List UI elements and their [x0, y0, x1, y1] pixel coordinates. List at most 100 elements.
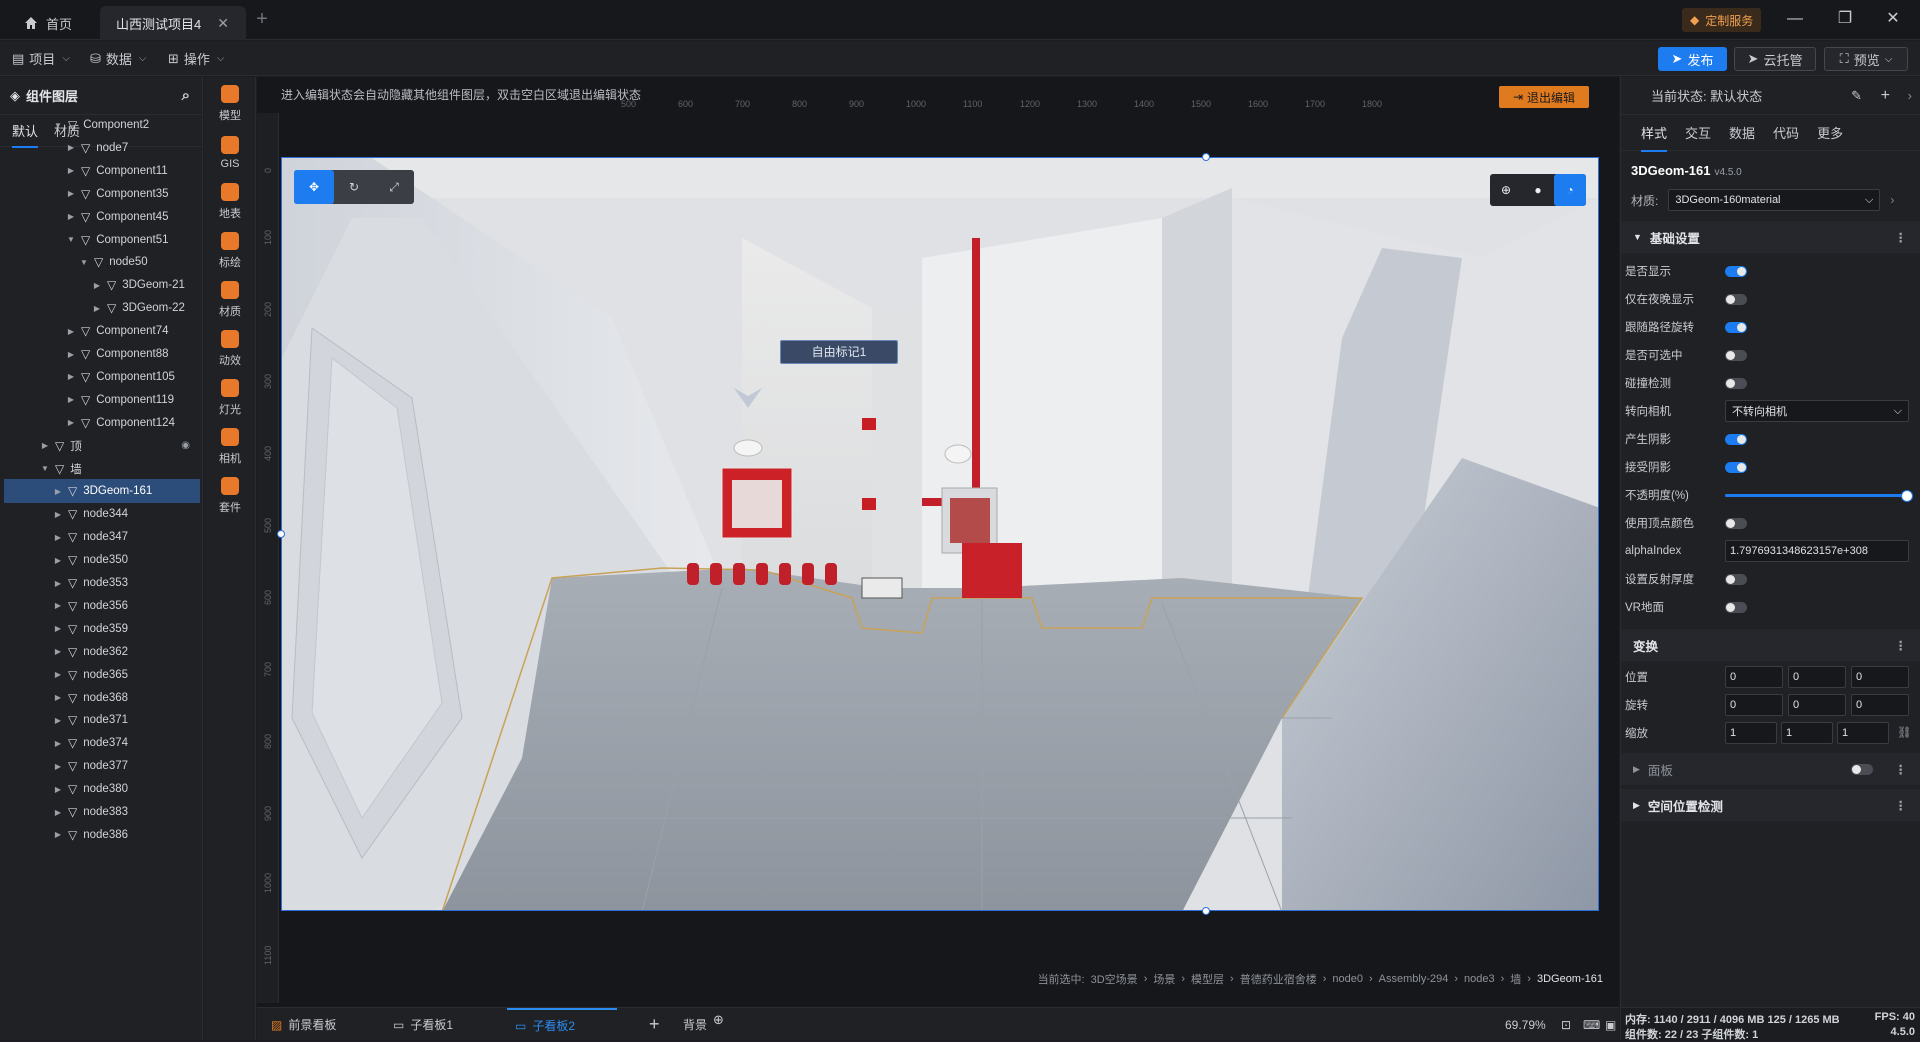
caret-right-icon[interactable]: ▶: [91, 304, 103, 313]
tab-more[interactable]: 更多: [1817, 123, 1843, 142]
link-icon[interactable]: ⛓: [1897, 725, 1912, 739]
preview-button[interactable]: ⛶ 预览 ⌵: [1824, 47, 1908, 71]
rotation-y-input[interactable]: 0: [1788, 694, 1846, 716]
tab-sub-board-2[interactable]: ▭ 子看板2: [507, 1008, 617, 1041]
face-camera-select[interactable]: 不转向相机 ⌵: [1725, 400, 1909, 422]
tab-sub-board-1[interactable]: ▭ 子看板1: [385, 1008, 461, 1041]
move-tool-button[interactable]: ✥: [294, 170, 334, 204]
layer-item[interactable]: ▶ ▽ Component45: [4, 205, 200, 229]
layer-item[interactable]: ▶ ▽ node347: [4, 525, 200, 549]
layer-item[interactable]: ▶ ▽ node359: [4, 617, 200, 641]
tab-background[interactable]: 背景 ⊕: [675, 1008, 732, 1041]
component-button[interactable]: 地表: [204, 177, 256, 227]
position-y-input[interactable]: 0: [1788, 666, 1846, 688]
caret-right-icon[interactable]: ▶: [65, 372, 77, 381]
rotation-z-input[interactable]: 0: [1851, 694, 1909, 716]
breadcrumb-item[interactable]: 模型层: [1191, 971, 1224, 987]
edit-icon[interactable]: ✎: [1851, 88, 1862, 104]
tab-foreground-board[interactable]: ▨ 前景看板: [263, 1008, 344, 1041]
caret-down-icon[interactable]: ▼: [65, 235, 77, 244]
caret-down-icon[interactable]: ▼: [78, 258, 90, 267]
collision-toggle[interactable]: [1725, 378, 1747, 389]
section-space-detection[interactable]: ▶ 空间位置检测 ⋮: [1621, 789, 1920, 821]
layer-item[interactable]: ▶ ▽ node368: [4, 686, 200, 710]
caret-right-icon[interactable]: ▶: [65, 395, 77, 404]
component-button[interactable]: 灯光: [204, 373, 256, 423]
close-window-button[interactable]: ✕: [1880, 8, 1906, 32]
layer-item[interactable]: ▶ ▽ Component35: [4, 182, 200, 206]
resize-handle-top[interactable]: [1202, 153, 1210, 161]
menu-data[interactable]: ⛁ 数据 ⌵: [90, 49, 147, 68]
more-icon[interactable]: ⋮: [1895, 638, 1908, 653]
caret-right-icon[interactable]: ▶: [52, 556, 64, 565]
component-button[interactable]: 材质: [204, 275, 256, 325]
layer-item[interactable]: ▶ ▽ node7: [4, 136, 200, 160]
rotation-x-input[interactable]: 0: [1725, 694, 1783, 716]
layer-item[interactable]: ▶ ▽ node365: [4, 663, 200, 687]
caret-right-icon[interactable]: ▶: [52, 739, 64, 748]
menu-project[interactable]: ▤ 项目 ⌵: [12, 49, 70, 68]
cloud-host-button[interactable]: ➤ 云托管: [1734, 47, 1816, 71]
section-panel[interactable]: ▶ 面板 ⋮: [1621, 753, 1920, 785]
component-button[interactable]: 模型: [204, 79, 256, 129]
sphere-view-button[interactable]: ●: [1522, 174, 1554, 206]
layer-item[interactable]: ▶ ▽ node371: [4, 708, 200, 732]
breadcrumb-item[interactable]: 普德药业宿舍楼: [1240, 971, 1317, 987]
tab-project[interactable]: 山西测试项目4 ✕: [100, 6, 246, 40]
more-icon[interactable]: ⋮: [1895, 798, 1908, 813]
resize-handle-bottom[interactable]: [1202, 907, 1210, 915]
search-icon[interactable]: ⌕: [182, 87, 190, 104]
caret-right-icon[interactable]: ▶: [65, 166, 77, 175]
layer-item[interactable]: ▶ ▽ Component11: [4, 159, 200, 183]
tab-data[interactable]: 数据: [1729, 123, 1755, 142]
more-icon[interactable]: ⋮: [1895, 230, 1908, 245]
layer-item[interactable]: ▼ ▽ 墙: [4, 457, 200, 481]
layer-item[interactable]: ▶ ▽ node377: [4, 754, 200, 778]
alpha-index-input[interactable]: 1.7976931348623157e+308: [1725, 540, 1909, 562]
opacity-slider[interactable]: [1725, 490, 1913, 502]
caret-down-icon[interactable]: ▼: [52, 121, 64, 130]
layer-item[interactable]: ▼ ▽ node50: [4, 250, 200, 274]
tab-home[interactable]: 首页: [8, 6, 96, 40]
scale-tool-button[interactable]: ⤢: [374, 170, 414, 204]
layer-item[interactable]: ▶ ▽ 3DGeom-22: [4, 296, 200, 320]
caret-right-icon[interactable]: ▶: [65, 143, 77, 152]
3d-scene-viewport[interactable]: 自由标记1 ✥ ↻ ⤢ ⊕ ● ◔: [281, 157, 1599, 911]
caret-right-icon[interactable]: ▶: [65, 350, 77, 359]
exit-edit-button[interactable]: ⇥ 退出编辑: [1499, 86, 1589, 108]
caret-right-icon[interactable]: ▶: [52, 647, 64, 656]
position-x-input[interactable]: 0: [1725, 666, 1783, 688]
editor-canvas[interactable]: 500 600 700 800 900 1000 1100 1200 1300 1400 1500 1…: [257, 77, 1619, 1007]
reflect-toggle[interactable]: [1725, 574, 1747, 585]
caret-right-icon[interactable]: ▶: [65, 189, 77, 198]
maximize-button[interactable]: ❐: [1832, 8, 1858, 32]
layer-item[interactable]: ▶ ▽ node356: [4, 594, 200, 618]
minimize-button[interactable]: —: [1782, 8, 1808, 32]
layer-item[interactable]: ▶ ▽ node353: [4, 571, 200, 595]
caret-right-icon[interactable]: ▶: [52, 670, 64, 679]
follow-path-toggle[interactable]: [1725, 322, 1747, 333]
breadcrumb-item[interactable]: 3D空场景: [1091, 971, 1138, 987]
layer-item[interactable]: ▶ ▽ node383: [4, 800, 200, 824]
orbit-view-button[interactable]: ◔: [1554, 174, 1586, 206]
layer-item[interactable]: ▶ ▽ 3DGeom-161: [4, 479, 200, 504]
chevron-right-icon[interactable]: ›: [1890, 193, 1894, 207]
chevron-right-icon[interactable]: ›: [1908, 88, 1912, 103]
scale-x-input[interactable]: 1: [1725, 722, 1777, 744]
component-button[interactable]: 标绘: [204, 226, 256, 276]
resize-handle-left[interactable]: [277, 530, 285, 538]
component-button[interactable]: 动效: [204, 324, 256, 374]
caret-right-icon[interactable]: ▶: [52, 762, 64, 771]
scale-z-input[interactable]: 1: [1837, 722, 1889, 744]
hidden-eye-icon[interactable]: ◉: [181, 440, 190, 451]
caret-right-icon[interactable]: ▶: [52, 693, 64, 702]
caret-down-icon[interactable]: ▼: [39, 464, 51, 473]
plus-icon[interactable]: +: [1881, 87, 1890, 105]
custom-service-button[interactable]: ◆ 定制服务: [1682, 8, 1762, 32]
caret-right-icon[interactable]: ▶: [52, 510, 64, 519]
scale-y-input[interactable]: 1: [1781, 722, 1833, 744]
caret-right-icon[interactable]: ▶: [91, 281, 103, 290]
vr-ground-toggle[interactable]: [1725, 602, 1747, 613]
layer-item[interactable]: ▶ ▽ 顶 ◉: [4, 434, 200, 458]
caret-right-icon[interactable]: ▶: [65, 418, 77, 427]
